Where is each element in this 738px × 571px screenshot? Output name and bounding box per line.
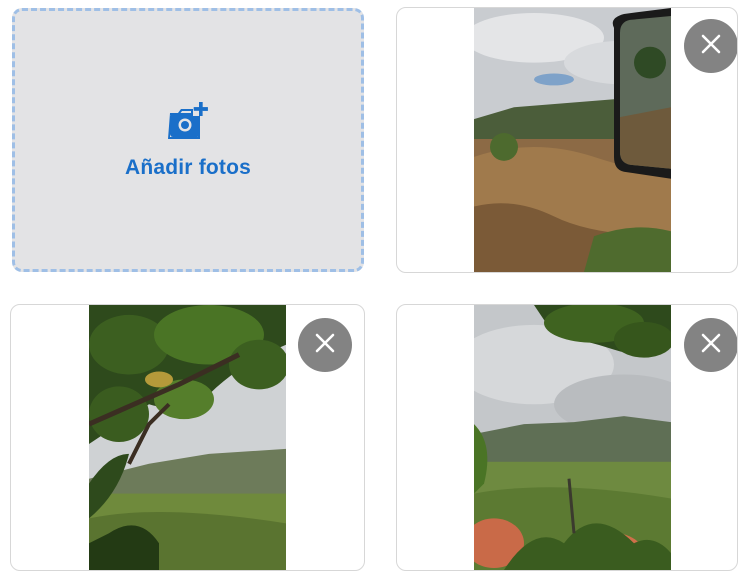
photo-thumbnail (474, 8, 671, 272)
add-photos-label: Añadir fotos (124, 155, 252, 179)
remove-photo-button[interactable] (684, 318, 737, 372)
photo-tile-2[interactable] (10, 304, 365, 571)
remove-photo-button[interactable] (684, 19, 737, 73)
remove-photo-button[interactable] (298, 318, 352, 372)
add-photos-button[interactable]: Añadir fotos (12, 8, 364, 272)
add-photo-icon (166, 101, 210, 146)
photo-tile-1[interactable] (396, 7, 738, 273)
photo-tile-3[interactable] (396, 304, 738, 571)
photo-thumbnail (474, 305, 671, 570)
close-icon (700, 332, 722, 359)
photo-thumbnail (89, 305, 286, 570)
close-icon (700, 33, 722, 60)
close-icon (314, 332, 336, 359)
